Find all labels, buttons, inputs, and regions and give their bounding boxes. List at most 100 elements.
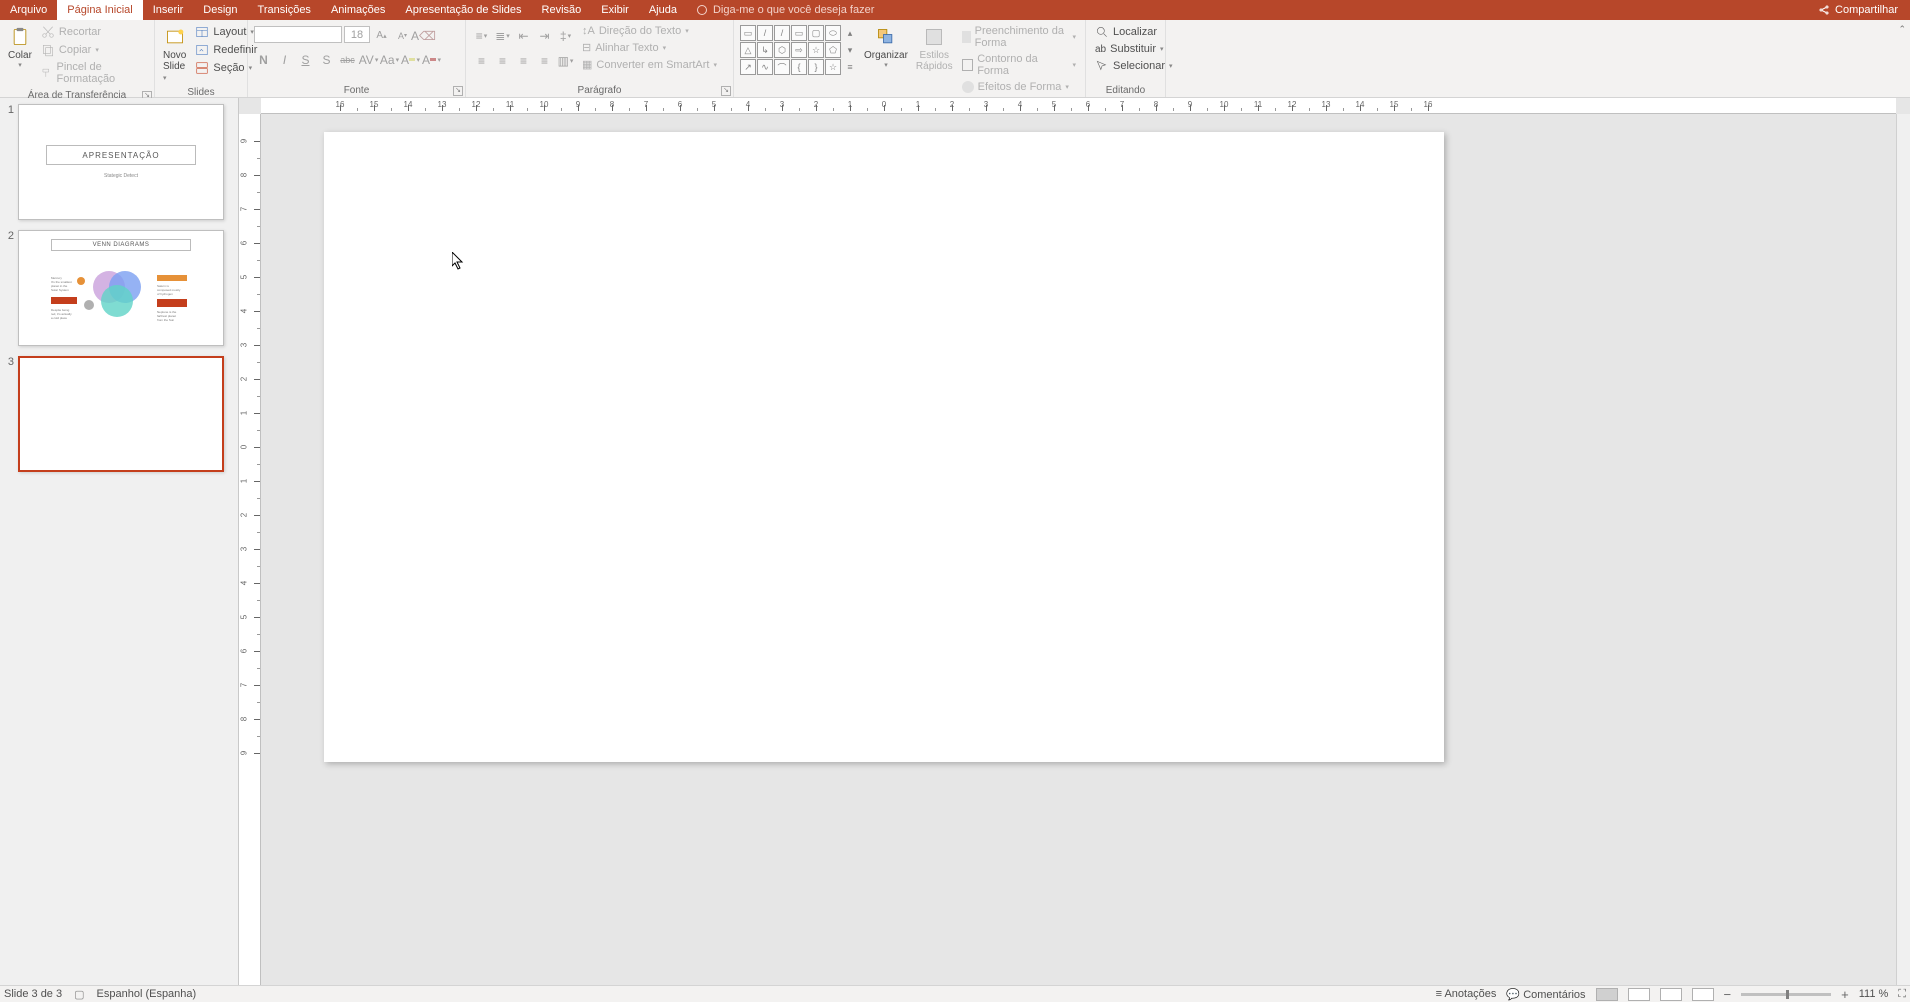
group-desenho: ▭//▭▢⬭▴ △↳⬡⇨☆⬠▾ ↗∿⌒{}☆≡ Organizar ▾ Esti… (734, 20, 1086, 97)
slide-canvas[interactable] (324, 132, 1444, 762)
colar-button[interactable]: Colar ▾ (4, 22, 36, 71)
novo-slide-label2: Slide ▾ (163, 61, 186, 83)
tab-animacoes[interactable]: Animações (321, 0, 395, 20)
thumbnail-slide-2[interactable]: VENN DIAGRAMS Mercury It's the smallest … (18, 230, 224, 346)
thumbnail-slide-3[interactable] (18, 356, 224, 472)
converter-smartart-button[interactable]: ▦ Converter em SmartArt▾ (579, 57, 720, 72)
vertical-scrollbar[interactable] (1896, 114, 1910, 985)
organizar-label: Organizar (864, 50, 908, 61)
direcao-texto-button[interactable]: ↕A Direção do Texto▾ (579, 24, 720, 38)
tab-apresentacao-slides[interactable]: Apresentação de Slides (395, 0, 531, 20)
share-button[interactable]: Compartilhar (1806, 0, 1910, 20)
copiar-button[interactable]: Copiar ▾ (38, 42, 148, 58)
font-color-button[interactable]: A▾ (422, 50, 441, 69)
tab-transicoes[interactable]: Transições (248, 0, 321, 20)
view-slideshow-button[interactable] (1692, 988, 1714, 1001)
localizar-label: Localizar (1113, 26, 1157, 38)
tab-ajuda[interactable]: Ajuda (639, 0, 687, 20)
anotacoes-button[interactable]: ≡ Anotações (1436, 988, 1497, 1000)
tab-arquivo[interactable]: Arquivo (0, 0, 57, 20)
fonte-launcher[interactable]: ↘ (453, 86, 463, 96)
status-language[interactable]: Espanhol (Espanha) (97, 988, 197, 1000)
svg-text:of hydrogen: of hydrogen (157, 292, 173, 296)
group-paragrafo: ≡▾ ≣▾ ⇤ ⇥ ‡▾ ≡ ≡ ≡ ≡ ▥▾ ↕A Direção do Te (466, 20, 734, 97)
zoom-in-button[interactable]: + (1841, 987, 1849, 1002)
tell-me-search[interactable]: Diga-me o que você deseja fazer (687, 0, 884, 20)
selecionar-label: Selecionar (1113, 60, 1165, 72)
preenchimento-forma-button[interactable]: Preenchimento da Forma▾ (959, 24, 1079, 50)
increase-font-button[interactable]: A▴ (372, 26, 391, 45)
novo-slide-button[interactable]: Novo Slide ▾ (159, 22, 190, 85)
recortar-button[interactable]: Recortar (38, 24, 148, 40)
alinhar-texto-button[interactable]: ⊟ Alinhar Texto▾ (579, 40, 720, 55)
tab-inserir[interactable]: Inserir (143, 0, 194, 20)
organizar-button[interactable]: Organizar ▾ (860, 22, 912, 71)
italic-button[interactable]: I (275, 50, 294, 69)
align-center-button[interactable]: ≡ (493, 51, 512, 70)
paragrafo-launcher[interactable]: ↘ (721, 86, 731, 96)
preenchimento-label: Preenchimento da Forma (975, 25, 1069, 49)
char-spacing-button[interactable]: AV▾ (359, 50, 378, 69)
group-slides: Novo Slide ▾ Layout▾ Redefinir Seção▾ Sl… (155, 20, 248, 97)
decrease-indent-button[interactable]: ⇤ (514, 26, 533, 45)
view-reading-button[interactable] (1660, 988, 1682, 1001)
align-right-button[interactable]: ≡ (514, 51, 533, 70)
tab-revisao[interactable]: Revisão (532, 0, 592, 20)
tab-design[interactable]: Design (193, 0, 247, 20)
clear-format-button[interactable]: A⌫ (414, 26, 433, 45)
main-area: 1 APRESENTAÇÃO Stategic Detect 2 VENN DI… (0, 98, 1910, 985)
substituir-button[interactable]: ab Substituir▾ (1092, 42, 1176, 56)
thumbnail-slide-1[interactable]: APRESENTAÇÃO Stategic Detect (18, 104, 224, 220)
tab-exibir[interactable]: Exibir (591, 0, 639, 20)
line-spacing-button[interactable]: ‡▾ (556, 26, 575, 45)
group-label-paragrafo: Parágrafo (578, 85, 622, 96)
zoom-slider[interactable] (1741, 993, 1831, 996)
increase-indent-button[interactable]: ⇥ (535, 26, 554, 45)
comentarios-button[interactable]: 💬 Comentários (1506, 988, 1585, 1001)
columns-button[interactable]: ▥▾ (556, 51, 575, 70)
spellcheck-icon[interactable]: ▢ (74, 988, 84, 1001)
highlight-button[interactable]: A▾ (401, 50, 420, 69)
bold-button[interactable]: N (254, 50, 273, 69)
smartart-label: Converter em SmartArt (596, 59, 709, 71)
quick-styles-icon (924, 26, 944, 48)
group-area-transferencia: Colar ▾ Recortar Copiar ▾ Pincel de Form… (0, 20, 155, 97)
view-normal-button[interactable] (1596, 988, 1618, 1001)
lightbulb-icon (697, 5, 707, 15)
numbering-button[interactable]: ≣▾ (493, 26, 512, 45)
tab-pagina-inicial[interactable]: Página Inicial (57, 0, 142, 20)
share-icon (1818, 4, 1830, 16)
recortar-label: Recortar (59, 26, 101, 38)
cursor-icon (452, 252, 464, 270)
efeitos-forma-button[interactable]: Efeitos de Forma▾ (959, 80, 1079, 94)
change-case-button[interactable]: Aa▾ (380, 50, 399, 69)
pincel-formatacao-button[interactable]: Pincel de Formatação (38, 60, 148, 86)
align-left-button[interactable]: ≡ (472, 51, 491, 70)
horizontal-ruler: 1615141312111098765432101234567891011121… (261, 98, 1896, 114)
thumb1-subtitle: Stategic Detect (104, 173, 138, 179)
font-name-input[interactable] (254, 26, 342, 43)
justify-button[interactable]: ≡ (535, 51, 554, 70)
collapse-ribbon-button[interactable]: ⌃ (1898, 24, 1906, 35)
font-size-input[interactable]: 18 (344, 26, 370, 43)
selecionar-button[interactable]: Selecionar▾ (1092, 58, 1176, 74)
format-painter-icon (41, 66, 53, 80)
zoom-level[interactable]: 111 % (1859, 988, 1889, 1000)
estilos-rapidos-button[interactable]: Estilos Rápidos (912, 22, 957, 74)
slide-editor: 1615141312111098765432101234567891011121… (239, 98, 1910, 985)
thumb2-title: VENN DIAGRAMS (51, 239, 191, 251)
view-sorter-button[interactable] (1628, 988, 1650, 1001)
shapes-gallery[interactable]: ▭//▭▢⬭▴ △↳⬡⇨☆⬠▾ ↗∿⌒{}☆≡ (740, 25, 858, 75)
shadow-button[interactable]: S (317, 50, 336, 69)
localizar-button[interactable]: Localizar (1092, 24, 1176, 40)
underline-button[interactable]: S (296, 50, 315, 69)
fit-window-button[interactable]: ⛶ (1898, 988, 1906, 1001)
paste-icon (10, 26, 30, 48)
zoom-out-button[interactable]: − (1724, 987, 1732, 1002)
select-icon (1095, 59, 1109, 73)
strike-button[interactable]: abc (338, 50, 357, 69)
decrease-font-button[interactable]: A▾ (393, 26, 412, 45)
bullets-button[interactable]: ≡▾ (472, 26, 491, 45)
contorno-forma-button[interactable]: Contorno da Forma▾ (959, 52, 1079, 78)
status-bar: Slide 3 de 3 ▢ Espanhol (Espanha) ≡ Anot… (0, 985, 1910, 1002)
